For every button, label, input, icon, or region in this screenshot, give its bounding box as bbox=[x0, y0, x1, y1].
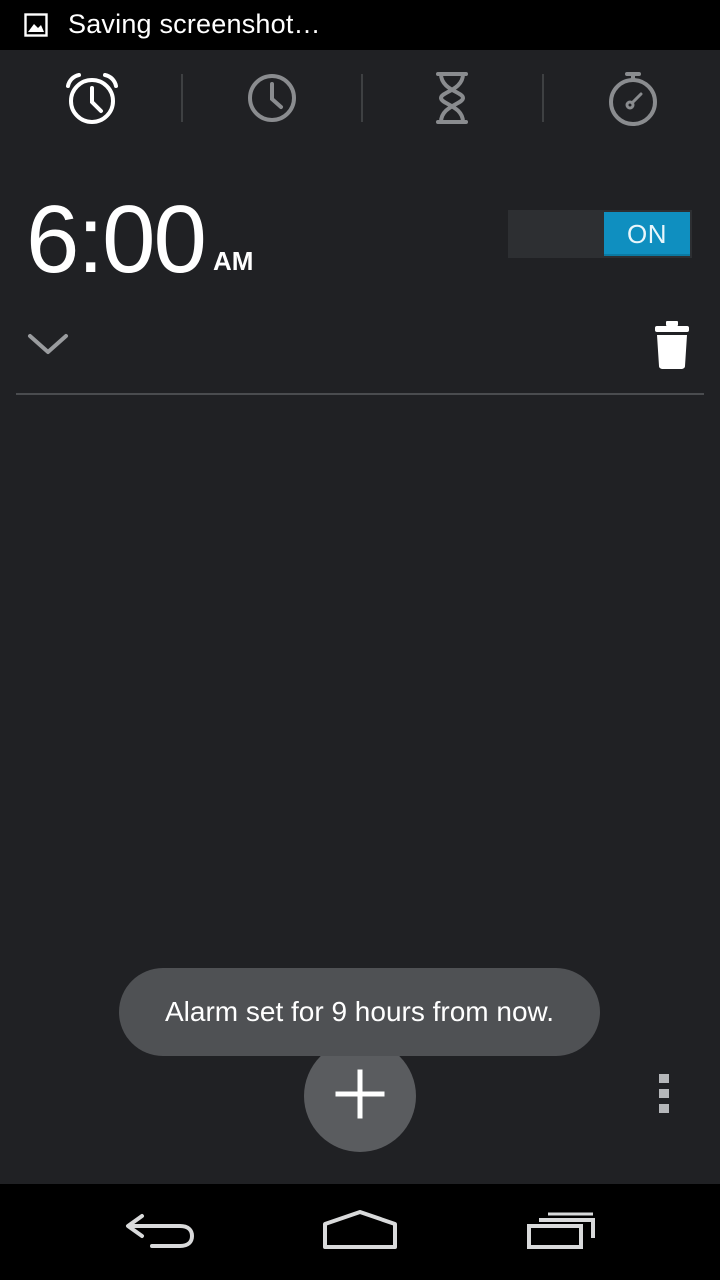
tab-divider bbox=[542, 74, 544, 122]
stopwatch-icon bbox=[605, 68, 661, 133]
navigation-bar bbox=[0, 1184, 720, 1280]
alarm-app: 6:00 AM ON Alarm set for 9 hours from no… bbox=[0, 50, 720, 1184]
more-vert-icon bbox=[658, 1073, 670, 1120]
add-alarm-button[interactable] bbox=[304, 1040, 416, 1152]
toast-message: Alarm set for 9 hours from now. bbox=[119, 968, 600, 1056]
status-bar: Saving screenshot… bbox=[0, 0, 720, 50]
delete-alarm-button[interactable] bbox=[648, 320, 696, 374]
overflow-menu-button[interactable] bbox=[646, 1072, 682, 1120]
tab-divider bbox=[181, 74, 183, 122]
tab-divider bbox=[361, 74, 363, 122]
alarm-divider bbox=[16, 393, 704, 395]
alarm-ampm: AM bbox=[213, 246, 254, 276]
expand-alarm-button[interactable] bbox=[22, 326, 74, 366]
hourglass-icon bbox=[432, 70, 472, 131]
back-button[interactable] bbox=[112, 1204, 208, 1260]
home-button[interactable] bbox=[312, 1204, 408, 1260]
tab-clock[interactable] bbox=[242, 70, 302, 130]
alarm-toggle[interactable]: ON bbox=[508, 210, 692, 258]
recents-button[interactable] bbox=[514, 1204, 610, 1260]
plus-icon bbox=[334, 1068, 386, 1125]
toggle-thumb: ON bbox=[604, 212, 690, 256]
clock-icon bbox=[244, 70, 300, 131]
tab-alarm[interactable] bbox=[62, 70, 122, 130]
tab-stopwatch[interactable] bbox=[603, 70, 663, 130]
recents-icon bbox=[526, 1210, 598, 1255]
trash-icon bbox=[654, 320, 690, 375]
back-icon bbox=[124, 1210, 196, 1255]
chevron-down-icon bbox=[26, 330, 70, 363]
alarm-time[interactable]: 6:00 bbox=[26, 190, 207, 290]
home-icon bbox=[322, 1209, 398, 1255]
tab-timer[interactable] bbox=[422, 70, 482, 130]
image-icon bbox=[24, 13, 48, 37]
tab-bar bbox=[0, 50, 720, 146]
alarm-clock-icon bbox=[62, 68, 122, 133]
status-notification-text: Saving screenshot… bbox=[68, 9, 321, 39]
